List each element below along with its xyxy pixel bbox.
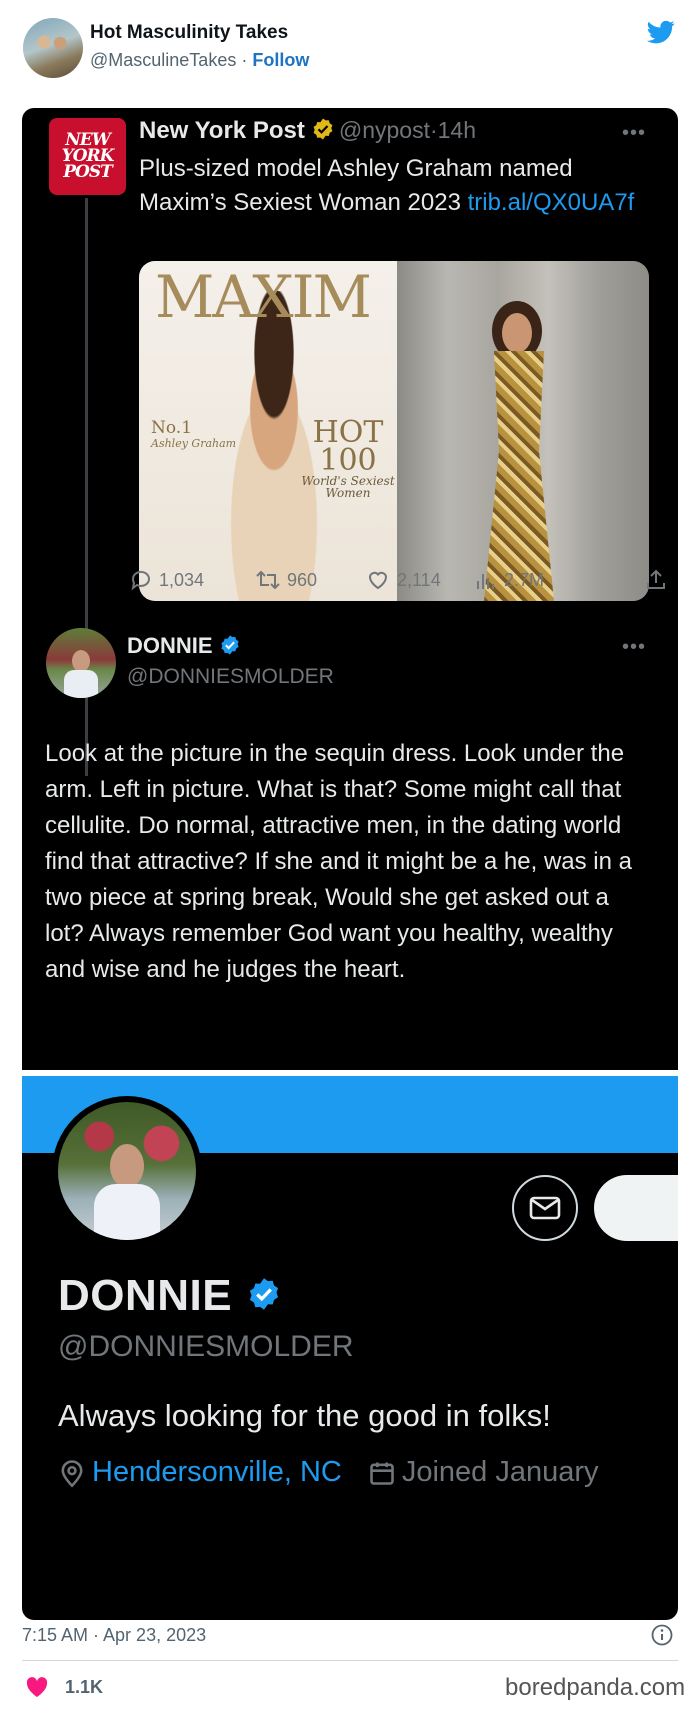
follow-link[interactable]: Follow bbox=[252, 50, 309, 70]
profile-bio: Always looking for the good in folks! bbox=[58, 1398, 551, 1433]
dot-separator: · bbox=[429, 117, 438, 143]
nypost-avatar[interactable]: NEW YORK POST bbox=[49, 118, 126, 195]
quoted-tweet-text: Plus-sized model Ashley Graham named Max… bbox=[139, 152, 639, 220]
reply-count: 1,034 bbox=[159, 569, 205, 590]
profile-avatar[interactable] bbox=[58, 1102, 196, 1240]
cover-hot-sub: World's Sexiest Women bbox=[301, 474, 395, 500]
separator: · bbox=[241, 50, 248, 70]
location-icon bbox=[61, 1459, 83, 1487]
reply-button[interactable]: 1,034 bbox=[129, 568, 204, 592]
view-count: 2.7M bbox=[504, 569, 545, 590]
sequin-dress bbox=[484, 351, 554, 601]
embed-header: Hot Masculinity Takes @MasculineTakes · … bbox=[0, 0, 700, 100]
profile-meta: Hendersonville, NC Joined January bbox=[58, 1456, 599, 1489]
share-icon bbox=[647, 569, 665, 589]
tweet-media[interactable]: MAXIM No.1 Ashley Graham HOT 100 World's… bbox=[139, 261, 649, 601]
like-count: 2,114 bbox=[397, 569, 441, 590]
sequin-dress-image[interactable] bbox=[397, 261, 649, 601]
views-icon bbox=[477, 574, 494, 589]
info-icon[interactable] bbox=[651, 1624, 673, 1646]
profile-handle: @DONNIESMOLDER bbox=[58, 1330, 354, 1363]
quoted-author-name[interactable]: New York Post bbox=[139, 117, 305, 144]
cover-masthead: MAXIM bbox=[155, 263, 372, 331]
twitter-bird-icon[interactable] bbox=[645, 18, 677, 46]
tweet-actions: 1,034 960 2,114 2.7M bbox=[129, 568, 669, 598]
mail-icon bbox=[529, 1196, 561, 1220]
profile-name: DONNIE bbox=[58, 1271, 233, 1320]
reply-author-name[interactable]: DONNIE bbox=[127, 633, 213, 658]
follow-button[interactable] bbox=[594, 1175, 678, 1241]
cover-no1-name: Ashley Graham bbox=[151, 437, 237, 450]
magazine-cover-image[interactable]: MAXIM No.1 Ashley Graham HOT 100 World's… bbox=[139, 261, 397, 601]
account-name[interactable]: Hot Masculinity Takes bbox=[90, 22, 288, 44]
avatar-shirt bbox=[94, 1184, 160, 1240]
quoted-tweet-age[interactable]: 14h bbox=[438, 117, 476, 143]
cover-hot100: HOT 100 World's Sexiest Women bbox=[299, 418, 397, 500]
cover-hot-label: HOT 100 bbox=[312, 415, 384, 478]
quoted-tweet-header: New York Post @nypost·14h bbox=[139, 117, 476, 145]
footer-divider bbox=[22, 1660, 678, 1661]
retweet-icon bbox=[256, 570, 280, 590]
verified-blue-icon bbox=[220, 635, 239, 655]
avatar-head bbox=[72, 650, 90, 672]
like-button[interactable]: 2,114 bbox=[365, 568, 441, 592]
cover-no1: No.1 Ashley Graham bbox=[151, 418, 237, 451]
account-handle[interactable]: @MasculineTakes bbox=[90, 50, 236, 70]
model-face bbox=[502, 313, 532, 353]
like-icon bbox=[368, 571, 388, 590]
reply-text: Look at the picture in the sequin dress.… bbox=[45, 740, 633, 983]
verified-blue-icon bbox=[250, 1278, 279, 1310]
profile-joined: Joined January bbox=[401, 1456, 599, 1488]
retweet-count: 960 bbox=[287, 569, 318, 590]
share-button[interactable] bbox=[644, 568, 674, 592]
account-avatar[interactable] bbox=[23, 18, 83, 78]
avatar-head bbox=[110, 1144, 144, 1188]
verified-gold-icon bbox=[313, 118, 333, 140]
embed-like-count: 1.1K bbox=[65, 1676, 104, 1697]
profile-name-row: DONNIE bbox=[58, 1271, 282, 1321]
profile-location-link[interactable]: Hendersonville, NC bbox=[92, 1456, 342, 1489]
cover-no1-label: No.1 bbox=[151, 418, 193, 438]
heart-icon bbox=[26, 1677, 48, 1697]
tweet-screenshot: NEW YORK POST New York Post @nypost·14h •… bbox=[22, 108, 678, 1620]
calendar-icon bbox=[370, 1462, 394, 1485]
avatar-shirt bbox=[64, 670, 98, 698]
message-button[interactable] bbox=[512, 1175, 578, 1241]
retweet-button[interactable]: 960 bbox=[255, 568, 317, 592]
article-link[interactable]: trib.al/QX0UA7f bbox=[468, 189, 635, 216]
boredpanda-watermark: boredpanda.com bbox=[505, 1674, 686, 1701]
reply-author-row: DONNIE bbox=[127, 633, 241, 659]
more-icon[interactable]: ••• bbox=[622, 122, 646, 145]
reply-author-handle[interactable]: @DONNIESMOLDER bbox=[127, 665, 334, 689]
reply-icon bbox=[131, 570, 150, 591]
more-icon[interactable]: ••• bbox=[622, 636, 646, 659]
quoted-author-handle[interactable]: @nypost bbox=[339, 117, 430, 143]
reply-author-avatar[interactable] bbox=[46, 628, 116, 698]
views-button[interactable]: 2.7M bbox=[474, 568, 544, 592]
logo-line: POST bbox=[63, 162, 113, 182]
tweet-timestamp[interactable]: 7:15 AM · Apr 23, 2023 bbox=[22, 1625, 206, 1646]
embed-like-button[interactable]: 1.1K bbox=[25, 1676, 103, 1698]
account-handle-row: @MasculineTakes · Follow bbox=[90, 50, 309, 71]
